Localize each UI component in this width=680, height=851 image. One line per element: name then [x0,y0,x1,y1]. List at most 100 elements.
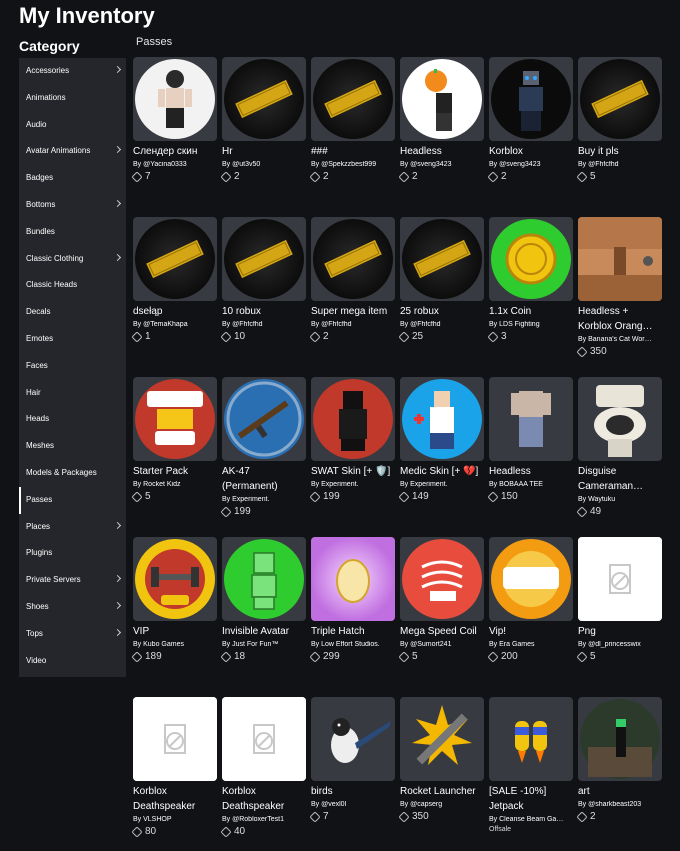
sidebar-item-audio[interactable]: Audio [19,112,126,139]
ticket-icon[interactable] [222,57,306,141]
inventory-item-card[interactable]: VIP By Kubo Games 189 [131,537,218,663]
item-name[interactable]: Buy it pls [578,144,663,159]
creator-link[interactable]: @vexl0l [321,801,346,808]
starter-pack-icon[interactable] [133,377,217,461]
sidebar-item-heads[interactable]: Heads [19,406,126,433]
swat-icon[interactable] [311,377,395,461]
item-name[interactable]: VIP [133,624,218,639]
creator-link[interactable]: VLSHOP [143,816,171,823]
item-name[interactable]: Korblox Deathspeaker [133,784,218,814]
crate-icon[interactable] [578,217,662,301]
creator-link[interactable]: Banana's Cat Wor… [588,336,651,343]
inventory-item-card[interactable]: Super mega item By @Fhfcfhd 2 [309,217,396,343]
inventory-item-card[interactable]: Hr By @ut3v50 2 [220,57,307,183]
vip-dumbbell-icon[interactable] [133,537,217,621]
creator-link[interactable]: @RobloxerTest1 [232,816,284,823]
sidebar-item-avatar-animations[interactable]: Avatar Animations [19,138,126,165]
creator-link[interactable]: Just For Fun™ [232,641,278,648]
ticket-icon[interactable] [133,217,217,301]
sidebar-item-tops[interactable]: Tops [19,621,126,648]
inventory-item-card[interactable]: ### By @Spekzzbest999 2 [309,57,396,183]
sidebar-item-private-servers[interactable]: Private Servers [19,567,126,594]
inventory-item-card[interactable]: Headless By @sveng3423 2 [398,57,485,183]
avatar-dark-icon[interactable] [133,57,217,141]
item-name[interactable]: [SALE -10%] Jetpack [489,784,574,814]
creator-link[interactable]: Era Games [499,641,534,648]
inventory-item-card[interactable]: Png By @dl_princesswix 5 [576,537,663,663]
creator-link[interactable]: BOBAAA TEE [499,481,543,488]
inventory-item-card[interactable]: 10 robux By @Fhfcfhd 10 [220,217,307,343]
creator-link[interactable]: Experiment. [321,481,358,488]
item-name[interactable]: birds [311,784,396,799]
egg-icon[interactable] [311,537,395,621]
ticket-icon[interactable] [311,217,395,301]
item-name[interactable]: art [578,784,663,799]
item-name[interactable]: Mega Speed Coil [400,624,485,639]
invisible-avatar-icon[interactable] [222,537,306,621]
inventory-item-card[interactable]: Rocket Launcher By @capsеrg 350 [398,697,485,823]
broken-image-icon[interactable] [222,697,306,781]
inventory-item-card[interactable]: Invisible Avatar By Just For Fun™ 18 [220,537,307,663]
pumpkin-avatar-icon[interactable] [400,57,484,141]
korblox-avatar-icon[interactable] [489,57,573,141]
inventory-item-card[interactable]: AK-47 (Permanent) By Experiment. 199 [220,377,307,518]
creator-link[interactable]: @dl_princesswix [588,641,641,648]
item-name[interactable]: 25 robux [400,304,485,319]
item-name[interactable]: Rocket Launcher [400,784,485,799]
sidebar-item-bottoms[interactable]: Bottoms [19,192,126,219]
bird-icon[interactable] [311,697,395,781]
creator-link[interactable]: @Sumort241 [410,641,451,648]
sidebar-item-badges[interactable]: Badges [19,165,126,192]
creator-link[interactable]: Rocket Kidz [143,481,180,488]
item-name[interactable]: AK-47 (Permanent) [222,464,307,494]
item-name[interactable]: Invisible Avatar [222,624,307,639]
ticket-icon[interactable] [400,217,484,301]
creator-link[interactable]: Low Effort Studios. [321,641,380,648]
sidebar-item-shoes[interactable]: Shoes [19,594,126,621]
inventory-item-card[interactable]: Слендер скин By @Yacina0333 7 [131,57,218,183]
inventory-item-card[interactable]: birds By @vexl0l 7 [309,697,396,823]
item-name[interactable]: Headless [400,144,485,159]
creator-link[interactable]: @TemaKhapa [143,321,187,328]
ticket-icon[interactable] [578,57,662,141]
item-name[interactable]: Triple Hatch [311,624,396,639]
rocket-launcher-icon[interactable] [400,697,484,781]
speed-coil-icon[interactable] [400,537,484,621]
creator-link[interactable]: @sveng3423 [410,161,451,168]
inventory-item-card[interactable]: Korblox Deathspeaker By @RobloxerTest1 40 [220,697,307,838]
ticket-icon[interactable] [222,217,306,301]
sidebar-item-accessories[interactable]: Accessories [19,58,126,85]
inventory-item-card[interactable]: [SALE -10%] Jetpack By Cleanse Beam Ga… Of… [489,697,574,833]
broken-image-icon[interactable] [578,537,662,621]
item-name[interactable]: ### [311,144,396,159]
sidebar-item-classic-heads[interactable]: Classic Heads [19,272,126,299]
item-name[interactable]: Disguise Cameraman… [578,464,663,494]
item-name[interactable]: Super mega item [311,304,396,319]
sidebar-item-animations[interactable]: Animations [19,85,126,112]
creator-link[interactable]: @sveng3423 [499,161,540,168]
inventory-item-card[interactable]: 1.1x Coin By LDS Fighting 3 [487,217,574,343]
creator-link[interactable]: @Fhfcfhd [588,161,618,168]
item-name[interactable]: Hr [222,144,307,159]
creator-link[interactable]: @sharkbeast203 [588,801,641,808]
sidebar-item-plugins[interactable]: Plugins [19,540,126,567]
creator-link[interactable]: @Fhfcfhd [232,321,262,328]
inventory-item-card[interactable]: Vip! By Era Games 200 [487,537,574,663]
inventory-item-card[interactable]: Starter Pack By Rocket Kidz 5 [131,377,218,503]
sidebar-item-models-packages[interactable]: Models & Packages [19,460,126,487]
sidebar-item-passes[interactable]: Passes [19,486,126,514]
art-scene-icon[interactable] [578,697,662,781]
ticket-icon[interactable] [311,57,395,141]
item-name[interactable]: Vip! [489,624,574,639]
inventory-item-card[interactable]: dsełąp By @TemaKhapa 1 [131,217,218,343]
inventory-item-card[interactable]: SWAT Skin [+ 🛡️] By Experiment. 199 [309,377,396,503]
medic-icon[interactable] [400,377,484,461]
creator-link[interactable]: LDS Fighting [499,321,539,328]
inventory-item-card[interactable]: Mega Speed Coil By @Sumort241 5 [398,537,485,663]
inventory-item-card[interactable]: Triple Hatch By Low Effort Studios. 299 [309,537,396,663]
inventory-item-card[interactable]: Korblox Deathspeaker By VLSHOP 80 [131,697,218,838]
item-name[interactable]: 10 robux [222,304,307,319]
vip-badge-icon[interactable] [489,537,573,621]
item-name[interactable]: dsełąp [133,304,218,319]
item-name[interactable]: Medic Skin [+ 💔] [400,464,485,479]
